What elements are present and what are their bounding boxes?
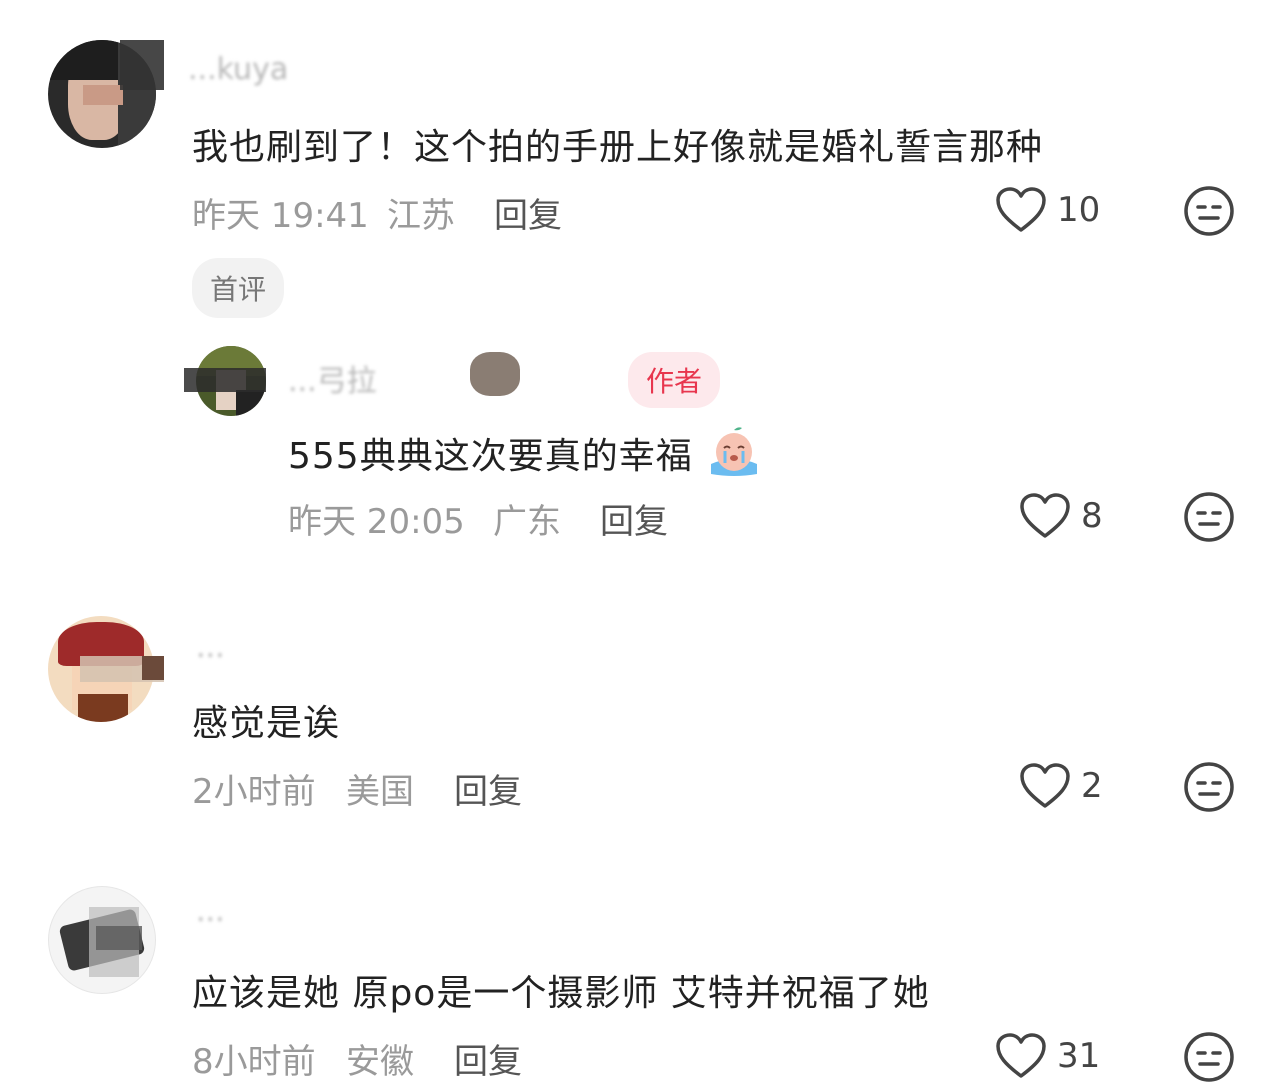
neutral-face-icon[interactable]: [1182, 760, 1236, 814]
heart-outline-icon: [996, 187, 1046, 232]
comment-text: 感觉是诶: [192, 703, 341, 744]
username-mosaic: [184, 368, 266, 392]
comment-text: 我也刷到了！这个拍的手册上好像就是婚礼誓言那种: [192, 127, 1044, 168]
like-button[interactable]: 2: [1019, 762, 1103, 810]
first-comment-badge: 首评: [192, 258, 285, 318]
comment-location: 美国: [346, 772, 414, 812]
neutral-face-icon[interactable]: [1182, 184, 1236, 238]
reply-button[interactable]: 回复: [454, 764, 522, 813]
comment-item: ... 感觉是诶 2小时前 美国 回复 2: [0, 600, 1283, 840]
neutral-face-icon[interactable]: [1182, 490, 1236, 544]
heart-outline-icon: [996, 1033, 1046, 1078]
crying-peach-emoji: [711, 427, 758, 476]
username-mosaic: [470, 352, 520, 396]
username[interactable]: ...kuya: [188, 52, 288, 87]
username[interactable]: ...: [196, 894, 225, 929]
comment-location: 江苏: [387, 196, 455, 236]
neutral-face-icon[interactable]: [1182, 1030, 1236, 1084]
reply-button[interactable]: 回复: [600, 494, 668, 543]
heart-outline-icon: [1020, 493, 1070, 538]
comment-time: 昨天 20:05: [288, 502, 465, 542]
username-mosaic: [96, 926, 142, 950]
like-button[interactable]: 31: [995, 1032, 1100, 1080]
username[interactable]: ...弓拉: [288, 356, 377, 400]
comment-text: 555典典这次要真的幸福: [288, 424, 763, 479]
like-count: 31: [1057, 1036, 1101, 1076]
username-mosaic: [142, 656, 164, 680]
comment-item: ... 应该是她 原po是一个摄影师 艾特并祝福了她 8小时前 安徽 回复 31: [0, 870, 1283, 1088]
reply-button[interactable]: 回复: [454, 1034, 522, 1083]
comment-time: 昨天 19:41: [192, 196, 369, 236]
comment-time: 8小时前: [192, 1042, 316, 1082]
heart-outline-icon: [1020, 763, 1070, 808]
like-button[interactable]: 8: [1019, 492, 1103, 540]
username-mosaic: [120, 40, 164, 90]
reply-item: ...弓拉 作者 555典典这次要真的幸福 昨天 20:05 广东 回复 8: [0, 330, 1283, 560]
like-count: 2: [1081, 766, 1103, 806]
comment-item: ...kuya 我也刷到了！这个拍的手册上好像就是婚礼誓言那种 昨天 19:41…: [0, 0, 1283, 320]
like-count: 8: [1081, 496, 1103, 536]
comment-location: 安徽: [346, 1042, 414, 1082]
author-badge: 作者: [628, 352, 721, 408]
comment-time: 2小时前: [192, 772, 316, 812]
like-count: 10: [1057, 190, 1101, 230]
comment-text-content: 555典典这次要真的幸福: [288, 436, 693, 477]
comment-location: 广东: [493, 502, 561, 542]
comment-text: 应该是她 原po是一个摄影师 艾特并祝福了她: [192, 973, 930, 1014]
reply-button[interactable]: 回复: [494, 188, 562, 237]
username[interactable]: ...: [196, 630, 225, 665]
like-button[interactable]: 10: [995, 186, 1100, 234]
